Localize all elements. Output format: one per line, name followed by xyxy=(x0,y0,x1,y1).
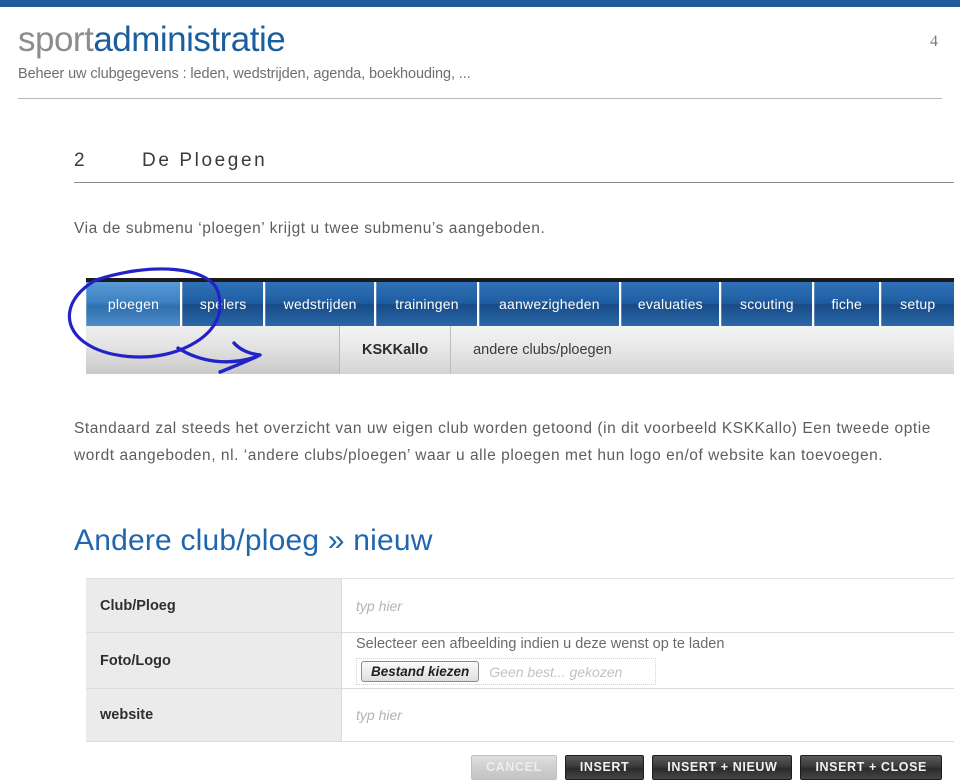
upload-hint: Selecteer een afbeelding indien u deze w… xyxy=(356,636,725,652)
form-row: website typ hier xyxy=(86,689,954,742)
text-input-placeholder[interactable]: typ hier xyxy=(356,707,954,723)
new-club-form-screenshot: Club/Ploeg typ hier Foto/Logo Selecteer een… xyxy=(86,578,954,743)
main-nav-bar: ploegen spelers wedstrijden trainingen aanwe… xyxy=(86,278,954,326)
brand-title-part1: sport xyxy=(18,20,94,59)
brand-subtitle: Beheer uw clubgegevens : leden, wedstrij… xyxy=(18,66,471,82)
form-action-bar: CANCEL INSERT INSERT + NIEUW INSERT + CLOSE xyxy=(86,752,954,782)
form-label-website: website xyxy=(86,689,342,741)
nav-tab-evaluaties[interactable]: evaluaties xyxy=(620,282,721,326)
nav-tab-label: fiche xyxy=(831,296,863,312)
top-accent-bar xyxy=(0,0,960,7)
app-navigation-screenshot: ploegen spelers wedstrijden trainingen aanwe… xyxy=(86,278,954,374)
nav-tab-label: setup xyxy=(900,296,936,312)
section-heading: 2 De Ploegen xyxy=(74,150,954,172)
form-heading: Andere club/ploeg » nieuw xyxy=(74,524,433,557)
subnav-item-label: KSKKallo xyxy=(362,342,429,358)
nav-tab-label: wedstrijden xyxy=(283,296,357,312)
nav-tab-setup[interactable]: setup xyxy=(880,282,954,326)
button-insert[interactable]: INSERT xyxy=(564,754,645,780)
button-cancel[interactable]: CANCEL xyxy=(471,754,557,780)
nav-tab-fiche[interactable]: fiche xyxy=(813,282,881,326)
form-row: Club/Ploeg typ hier xyxy=(86,579,954,633)
nav-tab-label: aanwezigheden xyxy=(499,296,600,312)
brand-title-part2: administratie xyxy=(93,20,286,59)
nav-tab-label: ploegen xyxy=(107,296,160,312)
button-insert-nieuw[interactable]: INSERT + NIEUW xyxy=(652,754,793,780)
subnav-item-andere-clubs-ploegen[interactable]: andere clubs/ploegen xyxy=(451,326,954,374)
header-divider xyxy=(18,98,942,99)
file-status-text: Geen best... gekozen xyxy=(489,663,623,680)
section-divider xyxy=(74,182,954,183)
brand-title: sportadministratie xyxy=(18,20,942,60)
page-number: 4 xyxy=(930,33,938,50)
nav-tab-label: evaluaties xyxy=(637,296,703,312)
subnav-item-kskkallo[interactable]: KSKKallo xyxy=(340,326,452,374)
form-field-website[interactable]: typ hier xyxy=(342,689,954,741)
button-insert-close[interactable]: INSERT + CLOSE xyxy=(800,754,942,780)
file-upload-control[interactable]: Bestand kiezen Geen best... gekozen xyxy=(356,658,656,685)
subnav-item-label: andere clubs/ploegen xyxy=(473,342,612,358)
nav-tab-aanwezigheden[interactable]: aanwezigheden xyxy=(478,282,621,326)
nav-tab-label: trainingen xyxy=(395,296,459,312)
nav-tab-spelers[interactable]: spelers xyxy=(182,282,266,326)
form-label-club-ploeg: Club/Ploeg xyxy=(86,579,342,632)
document-header: sportadministratie Beheer uw clubgegeven… xyxy=(18,20,942,82)
nav-tab-label: scouting xyxy=(740,296,794,312)
section-title: De Ploegen xyxy=(142,150,268,171)
choose-file-button[interactable]: Bestand kiezen xyxy=(361,661,480,682)
sub-nav-spacer xyxy=(86,326,340,374)
body-paragraph: Standaard zal steeds het overzicht van u… xyxy=(74,420,931,464)
nav-tab-ploegen[interactable]: ploegen xyxy=(86,282,183,326)
sub-nav-bar: KSKKallo andere clubs/ploegen xyxy=(86,326,954,374)
nav-tab-scouting[interactable]: scouting xyxy=(720,282,814,326)
form-label-foto-logo: Foto/Logo xyxy=(86,633,342,688)
document-page: sportadministratie Beheer uw clubgegeven… xyxy=(0,0,960,784)
nav-tab-wedstrijden[interactable]: wedstrijden xyxy=(265,282,376,326)
form-field-foto-logo[interactable]: Selecteer een afbeelding indien u deze w… xyxy=(342,633,954,688)
form-row: Foto/Logo Selecteer een afbeelding indien… xyxy=(86,633,954,689)
intro-paragraph: Via de submenu ‘ploegen’ krijgt u twee s… xyxy=(74,220,546,237)
nav-tab-label: spelers xyxy=(199,296,247,312)
text-input-placeholder[interactable]: typ hier xyxy=(356,598,954,614)
section-number: 2 xyxy=(74,150,88,171)
form-field-club-ploeg[interactable]: typ hier xyxy=(342,579,954,632)
nav-tab-trainingen[interactable]: trainingen xyxy=(376,282,479,326)
